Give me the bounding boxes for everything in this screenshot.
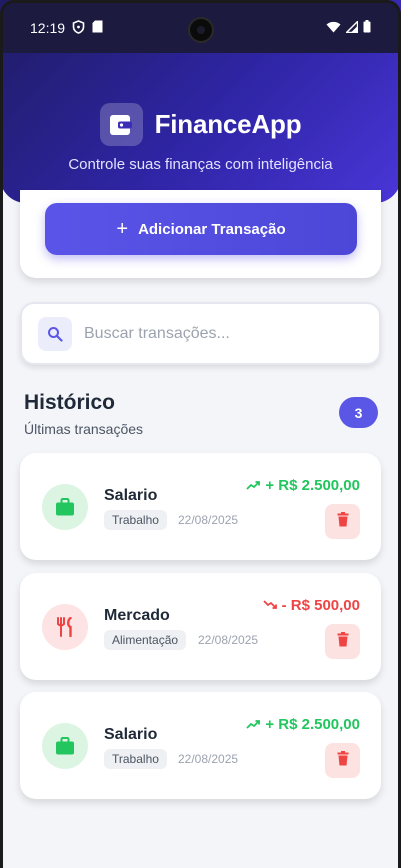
transaction-date: 22/08/2025 [198,633,259,647]
transaction-count-badge: 3 [339,397,378,428]
briefcase-icon [42,484,88,530]
wallet-icon [99,103,143,146]
delete-button[interactable] [325,504,360,539]
shield-icon [72,19,85,37]
add-transaction-label: Adicionar Transação [138,220,286,238]
transaction-card[interactable]: Mercado Alimentação 22/08/2025 - R$ 500,… [20,573,381,680]
amount-value: - R$ 500,00 [281,597,360,614]
trash-icon [337,750,349,771]
delete-button[interactable] [325,743,360,778]
transaction-card[interactable]: Salario Trabalho 22/08/2025 + R$ 2.500,0… [20,453,381,560]
app-subtitle: Controle suas finanças com inteligência [68,156,333,173]
camera-cutout [188,17,214,43]
search-input[interactable] [84,320,364,348]
transaction-name: Mercado [104,607,170,624]
search-icon [38,317,72,351]
trending-up-icon [246,477,261,494]
utensils-icon [42,604,88,650]
transaction-name: Salario [104,487,158,504]
history-title: Histórico [24,391,116,414]
history-subtitle: Últimas transações [24,421,144,437]
app-brand: FinanceApp [0,103,401,146]
category-tag: Trabalho [104,749,167,769]
amount-value: + R$ 2.500,00 [265,477,360,494]
sd-card-icon [92,20,103,36]
trash-icon [337,631,349,652]
status-time: 12:19 [30,20,66,36]
transaction-amount: - R$ 500,00 [262,597,360,614]
briefcase-icon [42,723,88,769]
plus-icon: + [116,218,129,240]
transaction-name: Salario [104,726,158,743]
wifi-icon [326,20,341,36]
trash-icon [337,511,349,532]
add-transaction-button[interactable]: + Adicionar Transação [45,203,357,255]
transaction-amount: + R$ 2.500,00 [246,477,360,494]
transaction-amount: + R$ 2.500,00 [246,716,360,733]
category-tag: Trabalho [104,510,167,530]
signal-icon [344,19,359,36]
battery-icon [363,20,371,36]
status-bar: 12:19 [0,3,401,53]
app-title: FinanceApp [154,109,302,139]
category-tag: Alimentação [104,630,187,650]
delete-button[interactable] [325,624,360,659]
trending-up-icon [246,716,261,733]
amount-value: + R$ 2.500,00 [265,716,360,733]
trending-down-icon [262,597,277,614]
transaction-card[interactable]: Salario Trabalho 22/08/2025 + R$ 2.500,0… [20,692,381,799]
transaction-date: 22/08/2025 [178,513,239,527]
transaction-date: 22/08/2025 [178,752,239,766]
